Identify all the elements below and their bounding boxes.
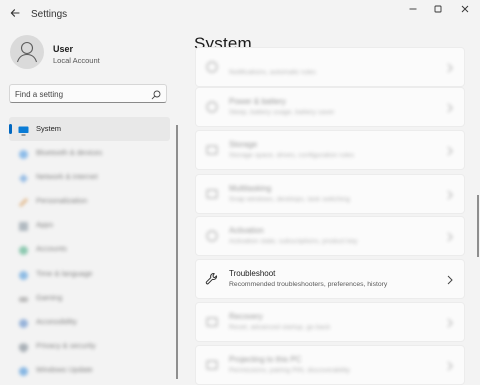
card-subtitle: Snap windows, desktops, task switching <box>229 196 350 203</box>
brush-icon <box>18 195 29 208</box>
card-subtitle: Sleep, battery usage, battery saver <box>229 109 335 116</box>
wrench-icon <box>205 272 219 286</box>
sidebar-item-privacy[interactable]: Privacy & security <box>9 334 170 358</box>
search-icon[interactable] <box>150 88 162 100</box>
gaming-icon <box>18 292 29 303</box>
clock-icon <box>18 268 29 280</box>
multitasking-icon <box>205 187 219 201</box>
app-title: Settings <box>31 9 68 20</box>
sidebar-item-system[interactable]: System <box>9 117 170 141</box>
sidebar-item-label: Gaming <box>36 292 63 302</box>
avatar[interactable] <box>10 35 44 69</box>
card-subtitle: Notifications, automatic rules <box>229 69 316 76</box>
apps-icon <box>18 219 29 232</box>
search-input[interactable] <box>15 87 145 101</box>
card-title: Storage <box>229 140 258 149</box>
sidebar-item-label: Apps <box>36 220 54 230</box>
power-icon <box>205 100 219 114</box>
card-title: Activation <box>229 226 264 235</box>
storage-icon <box>205 143 219 157</box>
monitor-icon <box>18 123 29 136</box>
sidebar-item-windows-update[interactable]: Windows Update <box>9 358 170 382</box>
sidebar-item-label: Privacy & security <box>36 340 96 350</box>
settings-card-power[interactable]: Power & battery Sleep, battery usage, ba… <box>195 87 465 127</box>
sidebar-item-bluetooth[interactable]: Bluetooth & devices <box>9 141 170 165</box>
card-title: Power & battery <box>229 97 286 106</box>
settings-card-recovery[interactable]: Recovery Reset, advanced startup, go bac… <box>195 302 465 342</box>
card-subtitle: Storage space, drives, configuration rul… <box>229 152 355 159</box>
sidebar-nav: System Bluetooth & devices Network & int… <box>9 117 170 382</box>
chevron-right-icon <box>446 230 454 242</box>
notifications-icon <box>205 60 219 74</box>
sidebar-item-gaming[interactable]: Gaming <box>9 286 170 310</box>
back-arrow-icon[interactable] <box>6 6 24 24</box>
sidebar-item-apps[interactable]: Apps <box>9 213 170 237</box>
settings-card-storage[interactable]: Storage Storage space, drives, configura… <box>195 130 465 170</box>
chevron-right-icon <box>446 61 454 73</box>
settings-card-multitasking[interactable]: Multitasking Snap windows, desktops, tas… <box>195 174 465 214</box>
chevron-right-icon <box>446 101 454 113</box>
sidebar-item-accessibility[interactable]: Accessibility <box>9 310 170 334</box>
network-icon <box>18 171 29 184</box>
chevron-right-icon <box>446 273 454 285</box>
sidebar-item-time-language[interactable]: Time & language <box>9 262 170 286</box>
sidebar-item-label: Personalization <box>36 196 88 206</box>
sidebar-item-label: Time & language <box>36 268 93 278</box>
account-type: Local Account <box>53 56 100 65</box>
sidebar-item-label: Accessibility <box>36 316 77 326</box>
sidebar-item-network[interactable]: Network & internet <box>9 165 170 189</box>
settings-card-troubleshoot[interactable]: Troubleshoot Recommended troubleshooters… <box>195 259 465 299</box>
settings-card-notifications[interactable]: Notifications, automatic rules <box>195 47 465 87</box>
card-subtitle: Recommended troubleshooters, preferences… <box>229 281 388 288</box>
user-name: User <box>53 44 74 54</box>
projecting-icon <box>205 358 219 372</box>
card-title: Recovery <box>229 312 263 321</box>
maximize-icon[interactable] <box>428 3 448 19</box>
card-subtitle: Permissions, pairing PIN, discoverabilit… <box>229 367 350 374</box>
sidebar-item-label: Network & internet <box>36 172 98 182</box>
chevron-right-icon <box>446 359 454 371</box>
sidebar-scrollbar[interactable] <box>176 125 178 379</box>
settings-card-activation[interactable]: Activation Activation state, subscriptio… <box>195 216 465 256</box>
main-scrollbar[interactable] <box>477 195 479 257</box>
chevron-right-icon <box>446 316 454 328</box>
card-subtitle: Activation state, subscriptions, product… <box>229 238 358 245</box>
bluetooth-icon <box>18 147 29 160</box>
sidebar-item-personalization[interactable]: Personalization <box>9 189 170 213</box>
sidebar-item-label: System <box>36 124 62 133</box>
update-icon <box>18 364 29 376</box>
accessibility-icon <box>18 316 29 328</box>
card-title: Troubleshoot <box>229 269 276 278</box>
chevron-right-icon <box>446 188 454 200</box>
card-title: Multitasking <box>229 184 272 193</box>
recovery-icon <box>205 315 219 329</box>
minimize-icon[interactable] <box>403 3 423 19</box>
sidebar-item-label: Bluetooth & devices <box>36 148 103 158</box>
settings-card-projecting[interactable]: Projecting to this PC Permissions, pairi… <box>195 345 465 385</box>
search-box[interactable] <box>9 84 167 103</box>
card-subtitle: Reset, advanced startup, go back <box>229 324 331 331</box>
card-title: Projecting to this PC <box>229 355 302 364</box>
shield-icon <box>18 340 29 353</box>
close-icon[interactable] <box>455 3 475 19</box>
accounts-icon <box>18 243 29 256</box>
chevron-right-icon <box>446 144 454 156</box>
sidebar-item-label: Accounts <box>36 244 67 254</box>
sidebar-item-accounts[interactable]: Accounts <box>9 237 170 261</box>
user-icon <box>16 41 38 63</box>
activation-icon <box>205 229 219 243</box>
title-bar: Settings <box>0 0 480 30</box>
active-indicator <box>9 124 12 134</box>
sidebar-item-label: Windows Update <box>36 364 93 374</box>
